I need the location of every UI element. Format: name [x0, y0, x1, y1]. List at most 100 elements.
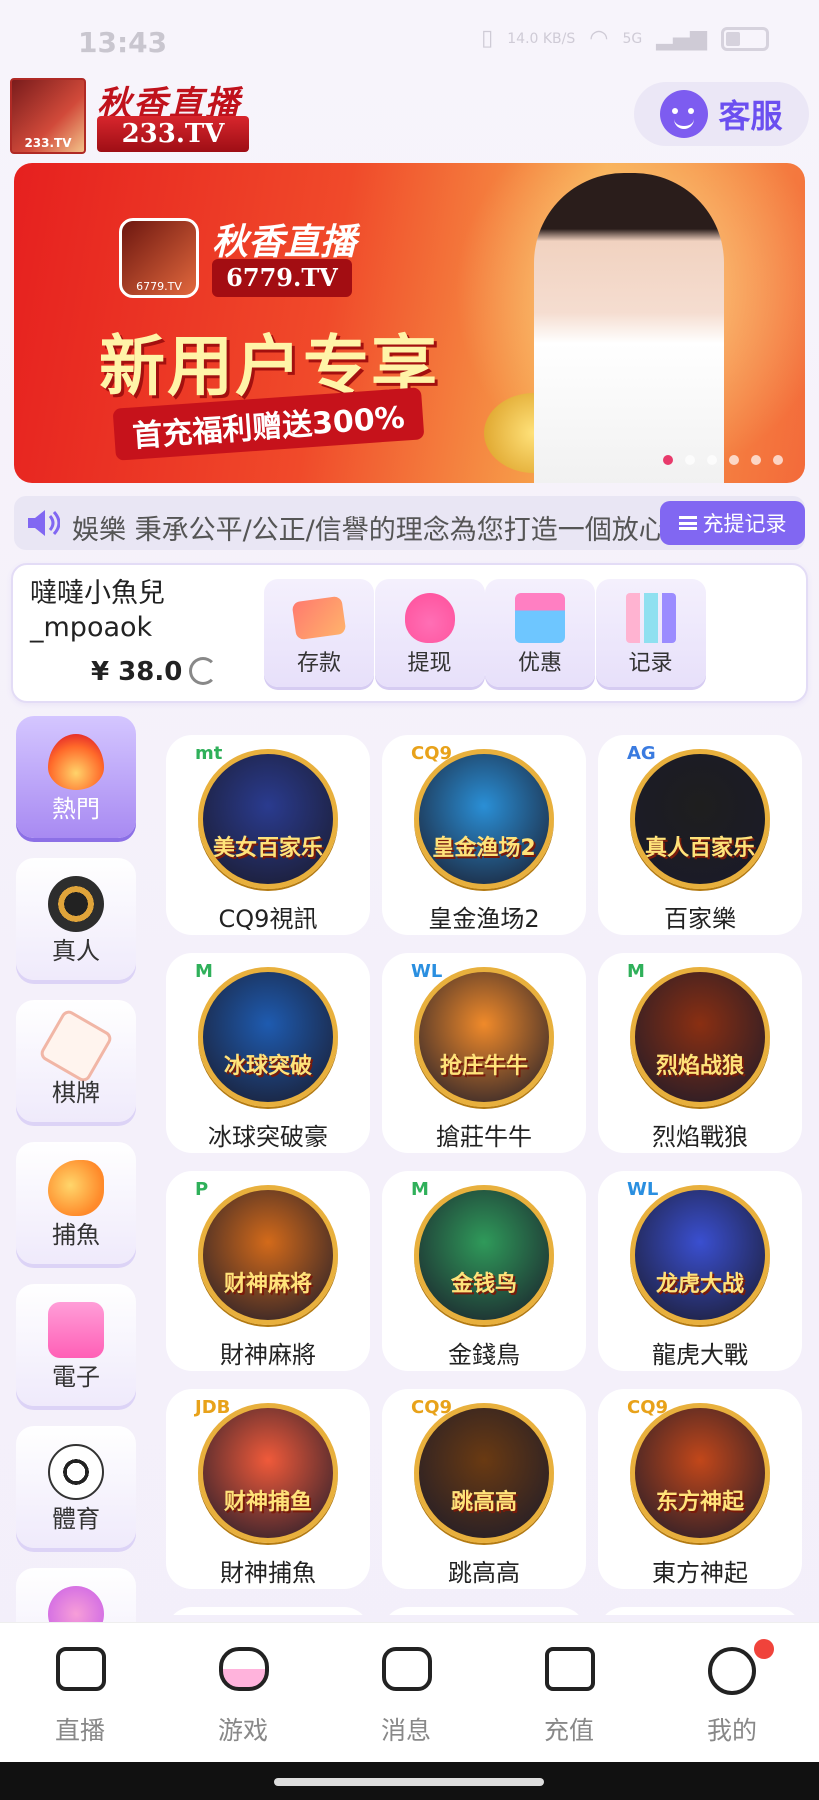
- action-label: 优惠: [517, 651, 562, 676]
- game-tile[interactable]: 财神捕鱼 JDB 財神捕魚: [166, 1389, 370, 1589]
- username: 噠噠小魚兒_mpoaok: [30, 578, 165, 643]
- carousel-dot[interactable]: [663, 455, 673, 465]
- action-label: 提现: [407, 651, 452, 676]
- carousel-dots[interactable]: [663, 455, 783, 465]
- category-more[interactable]: [16, 1568, 136, 1624]
- game-thumbnail: 跳高高: [414, 1403, 554, 1543]
- game-tile[interactable]: [382, 1607, 586, 1615]
- logo-thumbnail-label: 233.TV: [24, 136, 72, 150]
- action-button-gift[interactable]: 优惠: [485, 579, 595, 687]
- game-tile[interactable]: 东方神起 CQ9 東方神起: [598, 1389, 802, 1589]
- marquee-text: 娛樂 秉承公平/公正/信譽的理念為您打造一個放心: [72, 515, 666, 546]
- bottom-tab-bar: 直播 游戏 消息 充值 我的: [0, 1622, 819, 1762]
- refresh-balance-icon[interactable]: [189, 657, 217, 685]
- game-thumbnail: 冰球突破: [198, 967, 338, 1107]
- provider-badge: WL: [627, 1179, 659, 1200]
- game-tile[interactable]: 烈焰战狼 M 烈焰戰狼: [598, 953, 802, 1153]
- category-poker-chip[interactable]: 真人: [16, 858, 136, 980]
- fish-icon: [48, 1160, 104, 1216]
- game-thumbnail: 皇金渔场2: [414, 749, 554, 889]
- tab-video-camera[interactable]: 直播: [20, 1647, 140, 1747]
- banner-app-icon-label: 6779.TV: [136, 280, 182, 293]
- game-tile[interactable]: 财神麻将 P 財神麻將: [166, 1171, 370, 1371]
- action-button-money-bag[interactable]: 提现: [374, 579, 485, 687]
- customer-service-button[interactable]: 客服: [634, 82, 809, 146]
- tab-message[interactable]: 消息: [346, 1647, 466, 1747]
- game-tile[interactable]: 冰球突破 M 冰球突破豪: [166, 953, 370, 1153]
- provider-badge: AG: [627, 743, 656, 764]
- game-thumbnail-title: 真人百家乐: [644, 836, 755, 861]
- wallet-icon: [545, 1647, 595, 1691]
- banner-app-icon: 6779.TV: [119, 218, 199, 298]
- game-thumbnail: 财神麻将: [198, 1185, 338, 1325]
- game-thumbnail: 烈焰战狼: [630, 967, 770, 1107]
- carousel-dot[interactable]: [707, 455, 717, 465]
- game-tile[interactable]: [166, 1607, 370, 1615]
- game-name: 百家樂: [664, 905, 736, 933]
- action-button-card[interactable]: 存款: [264, 579, 374, 687]
- wifi-icon: ◠: [589, 26, 609, 51]
- soccer-ball-icon: [48, 1444, 104, 1500]
- game-tile[interactable]: 跳高高 CQ9 跳高高: [382, 1389, 586, 1589]
- home-indicator: [0, 1762, 819, 1800]
- battery-icon: [721, 26, 769, 51]
- game-name: 龍虎大戰: [652, 1341, 748, 1369]
- game-thumbnail-title: 跳高高: [450, 1490, 517, 1515]
- category-fire[interactable]: 熱門: [16, 716, 136, 838]
- carousel-dot[interactable]: [729, 455, 739, 465]
- vibrate-icon: ▯: [481, 26, 494, 51]
- tab-label: 游戏: [217, 1716, 268, 1745]
- cellular-signal-icon: ▂▄▆: [656, 26, 707, 51]
- game-thumbnail-title: 财神麻将: [223, 1272, 312, 1297]
- provider-badge: WL: [411, 961, 443, 982]
- dice-icon: [48, 1586, 104, 1624]
- action-label: 记录: [628, 651, 673, 676]
- game-tile[interactable]: 龙虎大战 WL 龍虎大戰: [598, 1171, 802, 1371]
- category-label: 電子: [52, 1363, 100, 1391]
- game-tile[interactable]: [598, 1607, 802, 1615]
- deposit-withdraw-records-button[interactable]: 充提记录: [660, 501, 805, 545]
- balance: ¥ 38.0: [91, 657, 183, 687]
- category-slot-machine[interactable]: 電子: [16, 1284, 136, 1406]
- provider-badge: M: [411, 1179, 429, 1200]
- carousel-dot[interactable]: [773, 455, 783, 465]
- game-thumbnail: 抢庄牛牛: [414, 967, 554, 1107]
- promo-banner[interactable]: 6779.TV 秋香直播 6779.TV 新用户专享 首充福利赠送300%: [14, 163, 805, 483]
- tab-label: 消息: [380, 1716, 431, 1745]
- game-thumbnail-title: 烈焰战狼: [655, 1054, 744, 1079]
- game-tile[interactable]: 金钱鸟 M 金錢鳥: [382, 1171, 586, 1371]
- game-tile[interactable]: 皇金渔场2 CQ9 皇金渔场2: [382, 735, 586, 935]
- tab-wallet[interactable]: 充值: [509, 1647, 629, 1747]
- category-sidebar: 熱門真人棋牌捕魚電子體育: [14, 714, 140, 1624]
- game-name: 冰球突破豪: [208, 1123, 328, 1151]
- game-thumbnail: 东方神起: [630, 1403, 770, 1543]
- game-thumbnail-title: 龙虎大战: [655, 1272, 744, 1297]
- game-thumbnail: 龙虎大战: [630, 1185, 770, 1325]
- game-name: 財神捕魚: [220, 1559, 316, 1587]
- action-button-bar-chart[interactable]: 记录: [595, 579, 706, 687]
- game-tile[interactable]: 真人百家乐 AG 百家樂: [598, 735, 802, 935]
- banner-brand: 秋香直播: [212, 221, 357, 263]
- status-bar: 13:43 ▯ 14.0 KB/S ◠ 5G ▂▄▆: [0, 0, 819, 70]
- category-playing-card[interactable]: 棋牌: [16, 1000, 136, 1122]
- category-soccer-ball[interactable]: 體育: [16, 1426, 136, 1548]
- game-tile[interactable]: 美女百家乐 mt CQ9視訊: [166, 735, 370, 935]
- game-grid: 美女百家乐 mt CQ9視訊 皇金渔场2 CQ9 皇金渔场2 真人百家乐 AG 百家樂 冰球突破 M…: [166, 735, 802, 1615]
- smiley-icon: [708, 1647, 756, 1695]
- banner-url: 6779.TV: [212, 259, 352, 297]
- carousel-dot[interactable]: [751, 455, 761, 465]
- message-icon: [382, 1647, 432, 1691]
- category-fish[interactable]: 捕魚: [16, 1142, 136, 1264]
- game-thumbnail: 财神捕鱼: [198, 1403, 338, 1543]
- notification-dot: [754, 1639, 774, 1659]
- carousel-dot[interactable]: [685, 455, 695, 465]
- tab-label: 直播: [54, 1716, 105, 1745]
- game-tile[interactable]: 抢庄牛牛 WL 搶莊牛牛: [382, 953, 586, 1153]
- provider-badge: P: [195, 1179, 209, 1200]
- tab-smiley[interactable]: 我的: [672, 1639, 792, 1747]
- game-name: 烈焰戰狼: [652, 1123, 748, 1151]
- tab-gamepad[interactable]: 游戏: [183, 1647, 303, 1747]
- category-label: 體育: [52, 1505, 100, 1533]
- logo-subtitle: 233.TV: [97, 116, 249, 152]
- provider-badge: JDB: [195, 1397, 231, 1418]
